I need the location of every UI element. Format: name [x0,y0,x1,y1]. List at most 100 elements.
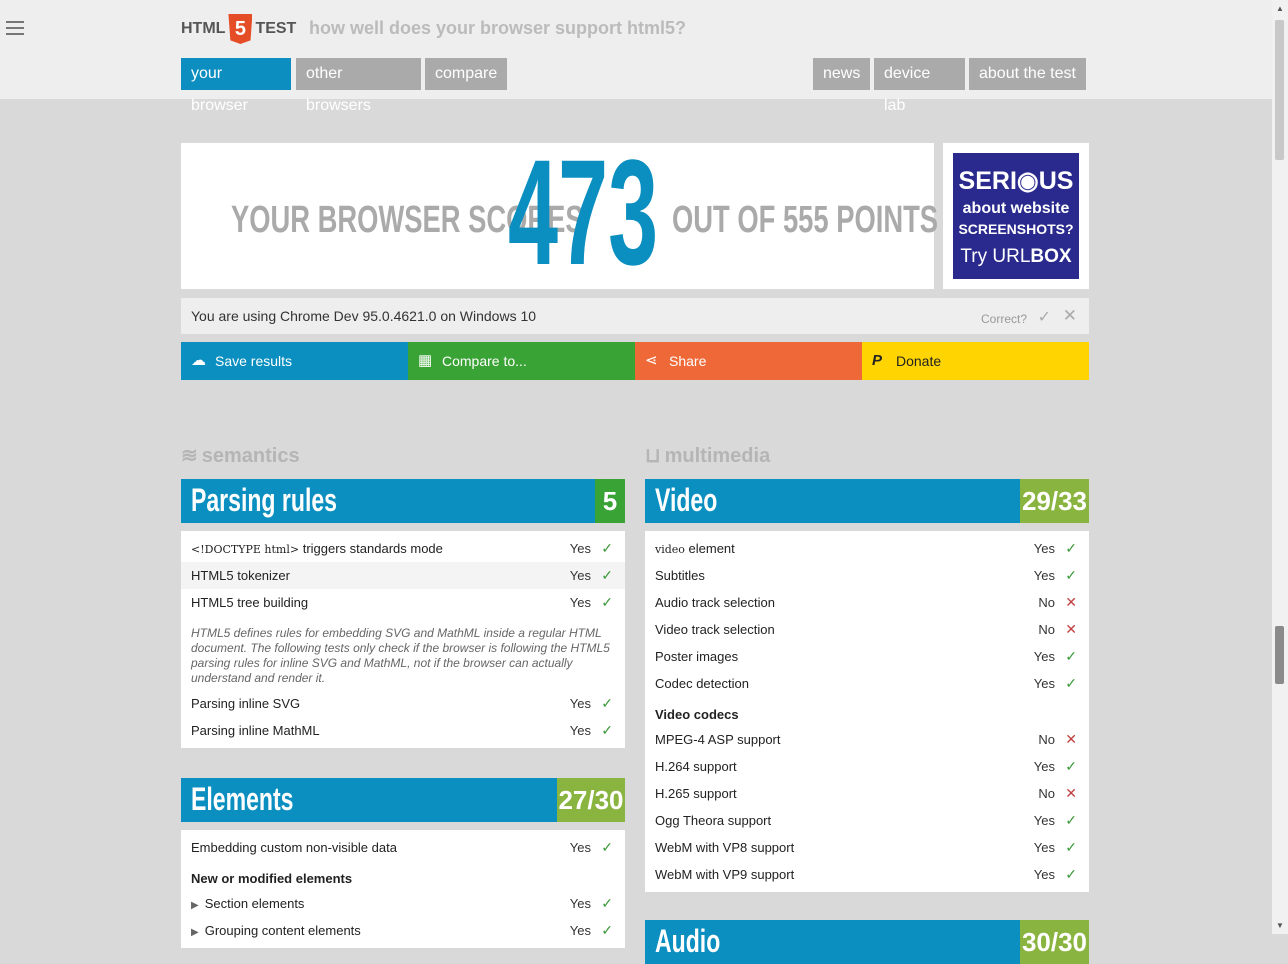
expand-arrow-icon[interactable]: ▶ [191,900,199,911]
test-row[interactable]: Poster images Yes ✓ [645,643,1089,670]
tab-news[interactable]: news [813,58,870,90]
test-row[interactable]: WebM with VP9 support Yes ✓ [645,861,1089,888]
check-icon: ✓ [1065,567,1077,583]
compare-to-button[interactable]: ▦ Compare to... [408,342,635,380]
test-row[interactable]: Audio track selection No ✕ [645,589,1089,616]
check-icon: ✓ [1065,866,1077,882]
test-row[interactable]: Ogg Theora support Yes ✓ [645,807,1089,834]
test-row[interactable]: Subtitles Yes ✓ [645,562,1089,589]
score-value: 473 [508,128,659,296]
check-icon: ✓ [1065,648,1077,664]
share-button[interactable]: ⋖ Share [635,342,862,380]
test-row[interactable]: ▶ Grouping content elements Yes ✓ [181,917,625,944]
test-result: Yes [1033,867,1055,882]
test-label: Subtitles [655,568,705,583]
logo-text-left: HTML [181,20,226,37]
scroll-down-arrow-icon[interactable]: ▼ [1276,921,1284,930]
test-result: No [1038,786,1055,801]
test-result: Yes [569,541,591,556]
save-results-button[interactable]: ☁ Save results [181,342,408,380]
urlbox-ad[interactable]: SERI◉US about website SCREENSHOTS? Try U… [953,153,1079,279]
parsing-note: HTML5 defines rules for embedding SVG an… [191,626,610,685]
check-icon: ✓ [1065,675,1077,691]
check-icon: ✓ [601,540,613,556]
test-row[interactable]: WebM with VP8 support Yes ✓ [645,834,1089,861]
x-icon: ✕ [1065,731,1077,747]
scroll-thumb[interactable] [1275,626,1284,684]
confirm-check-icon[interactable]: ✓ [1038,307,1051,327]
test-code: video [655,543,685,556]
test-result: Yes [1033,568,1055,583]
test-result: Yes [1033,676,1055,691]
test-label: Poster images [655,649,739,664]
test-label: Parsing inline MathML [191,723,320,738]
ad-line-3: SCREENSHOTS? [958,221,1074,237]
save-results-label: Save results [215,353,293,369]
share-icon: ⋖ [645,352,658,369]
vertical-scrollbar[interactable]: ▲ ▼ [1272,0,1288,934]
check-icon: ✓ [601,722,613,738]
menu-icon[interactable] [6,21,24,37]
category-elements: Elements 27/30 Embedding custom non-visi… [181,778,625,948]
x-icon: ✕ [1065,621,1077,637]
category-bar[interactable]: Elements 27/30 [181,778,625,822]
test-result: Yes [569,723,591,738]
test-row[interactable]: video element Yes ✓ [645,535,1089,562]
test-label: element [684,541,735,556]
check-icon: ✓ [601,695,613,711]
category-body: <!DOCTYPE html> triggers standards mode … [181,531,625,748]
test-label: MPEG-4 ASP support [655,732,781,747]
expand-arrow-icon[interactable]: ▶ [191,927,199,938]
category-bar[interactable]: Audio 30/30 [645,920,1089,964]
check-icon: ✓ [601,594,613,610]
test-label: triggers standards mode [299,541,443,556]
test-row[interactable]: Parsing inline SVG Yes ✓ [181,690,625,717]
section-heading-multimedia: ⊔ multimedia [645,443,770,468]
test-row[interactable]: Video track selection No ✕ [645,616,1089,643]
test-row[interactable]: Parsing inline MathML Yes ✓ [181,717,625,744]
test-label: H.265 support [655,786,737,801]
reject-x-icon[interactable]: ✕ [1063,306,1077,326]
test-result: Yes [569,568,591,583]
donate-button[interactable]: P Donate [862,342,1089,380]
test-row[interactable]: H.264 support Yes ✓ [645,753,1089,780]
tab-device-lab[interactable]: device lab [874,58,965,114]
test-label: HTML5 tree building [191,595,309,610]
score-suffix: OUT OF 555 POINTS [672,199,939,241]
test-row[interactable]: ▶ Section elements Yes ✓ [181,890,625,917]
ad-line-2: about website [962,200,1070,217]
check-icon: ✓ [601,567,613,583]
category-bar[interactable]: Video 29/33 [645,479,1089,523]
test-result: No [1038,595,1055,610]
category-body: video element Yes ✓ Subtitles Yes ✓ Audio … [645,531,1089,892]
correct-label: Correct? [980,312,1027,326]
section-heading-semantics: ≋ semantics [181,443,300,468]
test-label: H.264 support [655,759,737,774]
test-result: Yes [569,696,591,711]
share-label: Share [669,353,707,369]
test-row[interactable]: Embedding custom non-visible data Yes ✓ [181,834,625,861]
test-row[interactable]: HTML5 tree building Yes ✓ [181,589,625,616]
html5-shield-icon: 5 [228,14,253,44]
tab-about-the-test[interactable]: about the test [969,58,1086,90]
test-row[interactable]: Codec detection Yes ✓ [645,670,1089,697]
logo[interactable]: HTML 5 TEST [181,14,296,44]
test-result: Yes [569,595,591,610]
scroll-up-arrow-icon[interactable]: ▲ [1276,4,1284,13]
test-row[interactable]: HTML5 tokenizer Yes ✓ [181,562,625,589]
tagline: how well does your browser support html5… [309,18,687,38]
ad-line-4: Try URLBOX [953,245,1079,269]
paypal-icon: P [872,352,883,369]
tab-other-browsers[interactable]: other browsers [296,58,421,114]
ad-line-4b: BOX [1030,246,1072,267]
grid-icon: ▦ [418,352,433,369]
test-result: No [1038,732,1055,747]
test-row[interactable]: MPEG-4 ASP support No ✕ [645,726,1089,753]
category-bar[interactable]: Parsing rules 5 [181,479,625,523]
category-audio: Audio 30/30 [645,920,1089,964]
category-score: 29/33 [1020,479,1089,523]
tab-compare[interactable]: compare [425,58,507,90]
test-row[interactable]: H.265 support No ✕ [645,780,1089,807]
tab-your-browser[interactable]: your browser [181,58,291,114]
test-row[interactable]: <!DOCTYPE html> triggers standards mode … [181,535,625,562]
